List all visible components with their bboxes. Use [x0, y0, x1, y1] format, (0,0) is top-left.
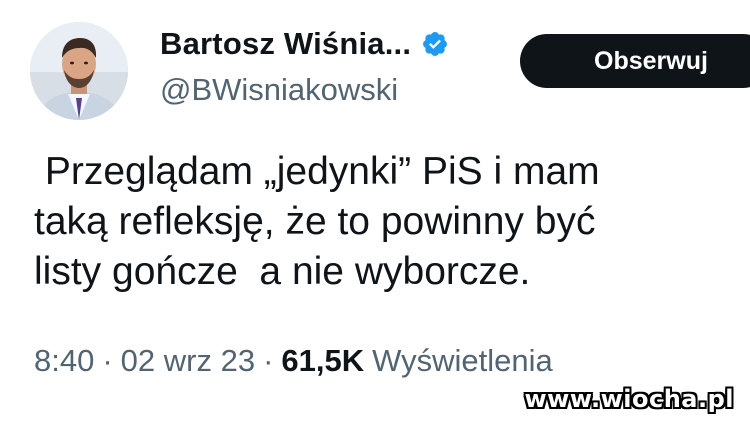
watermark: www.wiocha.pl [524, 385, 734, 413]
tweet-text-line: listy gończe a nie wyborcze. [34, 250, 531, 293]
tweet-time[interactable]: 8:40 [34, 343, 94, 379]
tweet-card: Bartosz Wiśnia... @BWisniakowski Obserwu… [0, 0, 750, 423]
tweet-text-line: Przeglądam „jedynki” PiS i mam [34, 150, 600, 193]
meta-separator: · [263, 343, 274, 378]
tweet-date[interactable]: 02 wrz 23 [121, 343, 255, 379]
meta-separator: · [102, 343, 113, 378]
author-name-row: Bartosz Wiśnia... [160, 26, 449, 62]
tweet-text: Przeglądam „jedynki” PiS i mam taką refl… [34, 147, 734, 297]
views-label: Wyświetlenia [372, 343, 553, 378]
author-display-name[interactable]: Bartosz Wiśnia... [160, 26, 411, 62]
verified-badge-icon [421, 30, 449, 58]
views-count[interactable]: 61,5K [281, 343, 364, 379]
avatar[interactable] [30, 22, 128, 120]
profile-photo-icon [30, 22, 128, 120]
tweet-meta: 8:40 · 02 wrz 23 · 61,5K Wyświetlenia [34, 343, 553, 379]
author-handle[interactable]: @BWisniakowski [160, 72, 398, 108]
tweet-text-line: taką refleksję, że to powinny być [34, 200, 596, 243]
follow-button[interactable]: Obserwuj [520, 34, 750, 88]
